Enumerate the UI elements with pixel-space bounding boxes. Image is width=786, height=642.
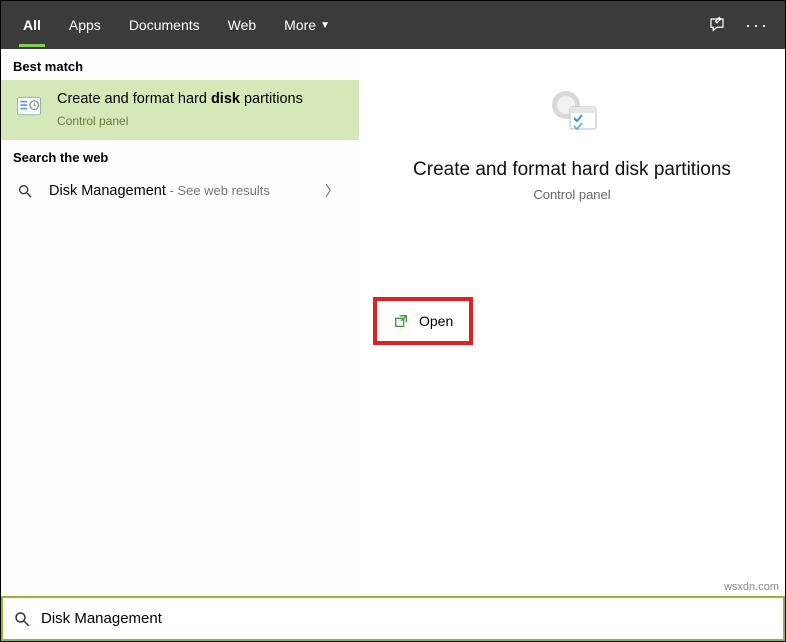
- chevron-down-icon: ▼: [320, 20, 330, 31]
- more-options-button[interactable]: ···: [737, 1, 777, 49]
- open-icon: [393, 313, 409, 329]
- control-panel-icon: [15, 92, 43, 120]
- open-label: Open: [419, 313, 453, 329]
- section-header-search-web: Search the web: [1, 140, 359, 171]
- tab-all[interactable]: All: [9, 1, 55, 49]
- tab-label: Apps: [69, 17, 101, 33]
- highlight-box: Open: [373, 297, 473, 345]
- results-panel: Best match Create and format hard disk p…: [1, 49, 359, 598]
- result-item-disk-partitions[interactable]: Create and format hard disk partitions C…: [1, 80, 359, 140]
- tab-label: Documents: [129, 17, 200, 33]
- web-result-disk-management[interactable]: Disk Management - See web results 〉: [1, 171, 359, 211]
- web-result-text: Disk Management - See web results: [49, 183, 311, 199]
- chevron-right-icon: 〉: [325, 181, 345, 201]
- result-subtitle: Control panel: [57, 114, 345, 128]
- feedback-button[interactable]: [697, 1, 737, 49]
- tab-label: Web: [228, 17, 257, 33]
- preview-panel: Create and format hard disk partitions C…: [359, 49, 785, 598]
- preview-app-icon: [540, 81, 604, 145]
- tab-apps[interactable]: Apps: [55, 1, 115, 49]
- ellipsis-icon: ···: [745, 15, 769, 36]
- search-bar: [1, 596, 785, 641]
- open-action[interactable]: Open: [383, 307, 463, 335]
- search-scope-tabbar: All Apps Documents Web More ▼ ···: [1, 1, 785, 49]
- result-title: Create and format hard disk partitions: [57, 90, 345, 110]
- preview-subtitle: Control panel: [533, 187, 610, 202]
- search-icon: [13, 610, 31, 628]
- section-header-best-match: Best match: [1, 49, 359, 80]
- tab-label: More: [284, 17, 316, 33]
- tab-documents[interactable]: Documents: [115, 1, 214, 49]
- preview-title: Create and format hard disk partitions: [413, 159, 731, 181]
- search-icon: [15, 183, 35, 199]
- search-input[interactable]: [41, 610, 773, 627]
- tab-more[interactable]: More ▼: [270, 1, 344, 49]
- tab-web[interactable]: Web: [214, 1, 271, 49]
- tab-label: All: [23, 17, 41, 33]
- watermark: wsxdn.com: [724, 581, 779, 593]
- feedback-icon: [708, 16, 726, 34]
